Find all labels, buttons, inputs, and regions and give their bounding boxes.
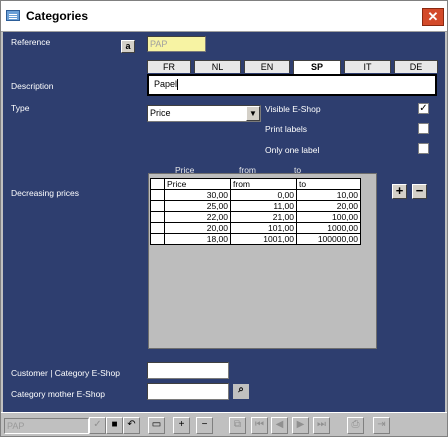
print-labels-checkbox[interactable] bbox=[418, 123, 429, 134]
only-one-label-label: Only one label bbox=[265, 145, 320, 155]
table-row[interactable]: 30,00 0,00 10,00 bbox=[150, 189, 361, 201]
cell-from[interactable]: 21,00 bbox=[230, 211, 297, 223]
window-icon bbox=[6, 10, 20, 21]
new-record-icon[interactable]: + bbox=[173, 417, 190, 434]
reference-lookup-button[interactable]: a bbox=[121, 40, 135, 53]
reference-input[interactable]: PAP bbox=[147, 36, 206, 52]
title-bar: Categories ✕ bbox=[1, 1, 447, 32]
window-title: Categories bbox=[26, 9, 89, 23]
confirm-icon[interactable]: ✓ bbox=[89, 417, 106, 434]
cell-to[interactable]: 20,00 bbox=[296, 200, 361, 212]
chevron-down-icon[interactable]: ▼ bbox=[246, 106, 260, 121]
cell-to[interactable]: 1000,00 bbox=[296, 222, 361, 234]
cell-price[interactable]: 18,00 bbox=[164, 233, 231, 245]
tab-en[interactable]: EN bbox=[244, 60, 290, 73]
cell-to[interactable]: 10,00 bbox=[296, 189, 361, 201]
description-label: Description bbox=[11, 81, 54, 91]
print-icon[interactable]: ⎙ bbox=[347, 417, 364, 434]
categories-window: Categories ✕ Reference a PAP Description… bbox=[0, 0, 448, 437]
only-one-label-checkbox[interactable] bbox=[418, 143, 429, 154]
tab-de[interactable]: DE bbox=[394, 60, 438, 73]
cell-from[interactable]: 0,00 bbox=[230, 189, 297, 201]
table-row[interactable]: 20,00 101,00 1000,00 bbox=[150, 222, 361, 234]
cell-to[interactable]: 100,00 bbox=[296, 211, 361, 223]
copy-icon[interactable]: ⧉ bbox=[229, 417, 246, 434]
cell-price[interactable]: 22,00 bbox=[164, 211, 231, 223]
row-selector bbox=[150, 178, 165, 190]
status-reference-field: PAP bbox=[4, 418, 89, 434]
visible-eshop-checkbox[interactable]: ✓ bbox=[418, 103, 429, 114]
delete-record-icon[interactable]: − bbox=[196, 417, 213, 434]
header-price: Price bbox=[164, 178, 231, 190]
visible-eshop-label: Visible E-Shop bbox=[265, 104, 321, 114]
cell-price[interactable]: 30,00 bbox=[164, 189, 231, 201]
cell-price[interactable]: 20,00 bbox=[164, 222, 231, 234]
table-row[interactable]: 22,00 21,00 100,00 bbox=[150, 211, 361, 223]
customer-category-label: Customer | Category E-Shop bbox=[11, 368, 120, 378]
row-selector[interactable] bbox=[150, 222, 165, 234]
customer-category-input[interactable] bbox=[147, 362, 229, 379]
reference-label: Reference bbox=[11, 37, 51, 47]
previous-record-icon[interactable]: ◀ bbox=[271, 417, 288, 434]
cell-from[interactable]: 101,00 bbox=[230, 222, 297, 234]
prices-grid[interactable]: Price from to 30,00 0,00 10,00 25,00 11,00 2… bbox=[148, 173, 377, 349]
row-selector[interactable] bbox=[150, 189, 165, 201]
table-header-row: Price from to bbox=[150, 178, 361, 190]
category-mother-input[interactable] bbox=[147, 383, 229, 400]
close-icon: ✕ bbox=[427, 9, 439, 24]
tab-fr[interactable]: FR bbox=[147, 60, 191, 73]
open-folder-icon[interactable]: ▭ bbox=[148, 417, 165, 434]
bottom-toolbar: PAP ✓ ■ ↶ ▭ + − ⧉ ⏮ ◀ ▶ ⏭ ⎙ ⇥ bbox=[1, 412, 447, 436]
type-select[interactable]: Price ▼ bbox=[147, 105, 261, 122]
description-input[interactable]: Papel bbox=[147, 74, 437, 96]
tab-it[interactable]: IT bbox=[344, 60, 391, 73]
row-selector[interactable] bbox=[150, 211, 165, 223]
cell-from[interactable]: 11,00 bbox=[230, 200, 297, 212]
decreasing-prices-label: Decreasing prices bbox=[11, 188, 80, 198]
row-selector[interactable] bbox=[150, 233, 165, 245]
category-mother-label: Category mother E-Shop bbox=[11, 389, 106, 399]
next-record-icon[interactable]: ▶ bbox=[292, 417, 309, 434]
type-label: Type bbox=[11, 103, 30, 113]
print-labels-label: Print labels bbox=[265, 124, 308, 134]
remove-row-button[interactable]: − bbox=[412, 184, 427, 199]
type-value: Price bbox=[150, 108, 171, 118]
tab-nl[interactable]: NL bbox=[194, 60, 241, 73]
table-row[interactable]: 25,00 11,00 20,00 bbox=[150, 200, 361, 212]
cell-from[interactable]: 1001,00 bbox=[230, 233, 297, 245]
header-to: to bbox=[296, 178, 361, 190]
last-record-icon[interactable]: ⏭ bbox=[313, 417, 330, 434]
table-row[interactable]: 18,00 1001,00 100000,00 bbox=[150, 233, 361, 245]
prices-table: Price from to 30,00 0,00 10,00 25,00 11,00 2… bbox=[150, 178, 361, 245]
cell-price[interactable]: 25,00 bbox=[164, 200, 231, 212]
description-value: Papel bbox=[154, 79, 178, 89]
header-from: from bbox=[230, 178, 297, 190]
cell-to[interactable]: 100000,00 bbox=[296, 233, 361, 245]
close-button[interactable]: ✕ bbox=[422, 8, 444, 26]
binoculars-search-icon[interactable]: ⌕ bbox=[233, 384, 249, 399]
undo-icon[interactable]: ↶ bbox=[123, 417, 140, 434]
row-selector[interactable] bbox=[150, 200, 165, 212]
first-record-icon[interactable]: ⏮ bbox=[251, 417, 268, 434]
exit-icon[interactable]: ⇥ bbox=[373, 417, 390, 434]
add-row-button[interactable]: + bbox=[392, 184, 407, 199]
tab-sp[interactable]: SP bbox=[293, 60, 341, 74]
save-icon[interactable]: ■ bbox=[106, 417, 123, 434]
form-panel: Reference a PAP Description FR NL EN SP … bbox=[3, 32, 445, 412]
